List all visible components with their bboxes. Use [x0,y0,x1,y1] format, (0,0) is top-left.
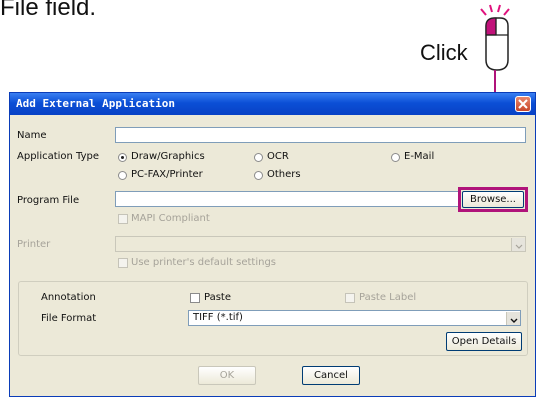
instruction-caption: File field. [0,0,97,21]
use-default-settings-label: Use printer's default settings [131,257,276,268]
application-type-label: Application Type [17,151,100,162]
chevron-down-icon [510,318,518,323]
radio-ocr[interactable] [254,153,263,162]
program-file-label: Program File [17,195,80,206]
paste-label: Paste [204,292,231,303]
title-bar: Add External Application [10,93,535,115]
open-details-button[interactable]: Open Details [446,332,522,351]
cancel-button[interactable]: Cancel [302,366,360,385]
radio-email[interactable] [391,153,400,162]
chevron-down-icon [515,244,523,249]
printer-label: Printer [17,239,51,250]
mapi-compliant-label: MAPI Compliant [131,213,210,224]
file-format-value: TIFF (*.tif) [193,312,243,323]
program-file-input[interactable] [115,191,459,207]
paste-label-label: Paste Label [359,292,417,303]
dialog-title: Add External Application [16,97,175,110]
file-format-dropdown-arrow[interactable] [506,312,520,325]
radio-draw-graphics[interactable] [118,153,127,162]
radio-ocr-label: OCR [267,151,289,162]
radio-pc-fax-printer-label: PC-FAX/Printer [131,169,203,180]
name-input[interactable] [115,127,526,143]
close-button[interactable] [515,96,531,112]
click-label: Click [420,40,468,65]
file-format-label: File Format [41,313,97,324]
mapi-compliant-checkbox[interactable] [118,214,128,224]
mouse-icon [480,4,510,71]
radio-pc-fax-printer[interactable] [118,171,127,180]
paste-checkbox[interactable] [190,293,200,303]
radio-email-label: E-Mail [404,151,435,162]
paste-label-checkbox[interactable] [345,293,355,303]
radio-others[interactable] [254,171,263,180]
use-default-settings-checkbox[interactable] [118,258,128,268]
ok-button[interactable]: OK [198,366,256,385]
radio-others-label: Others [267,169,301,180]
name-label: Name [17,130,47,141]
printer-dropdown-arrow [511,238,525,251]
file-format-select[interactable]: TIFF (*.tif) [188,310,521,326]
close-icon [518,99,528,109]
printer-select[interactable] [115,236,526,252]
add-external-application-dialog: Add External Application Name Applicatio… [9,92,536,397]
browse-button[interactable]: Browse... [462,191,524,208]
radio-draw-graphics-label: Draw/Graphics [131,151,205,162]
annotation-label: Annotation [41,292,96,303]
